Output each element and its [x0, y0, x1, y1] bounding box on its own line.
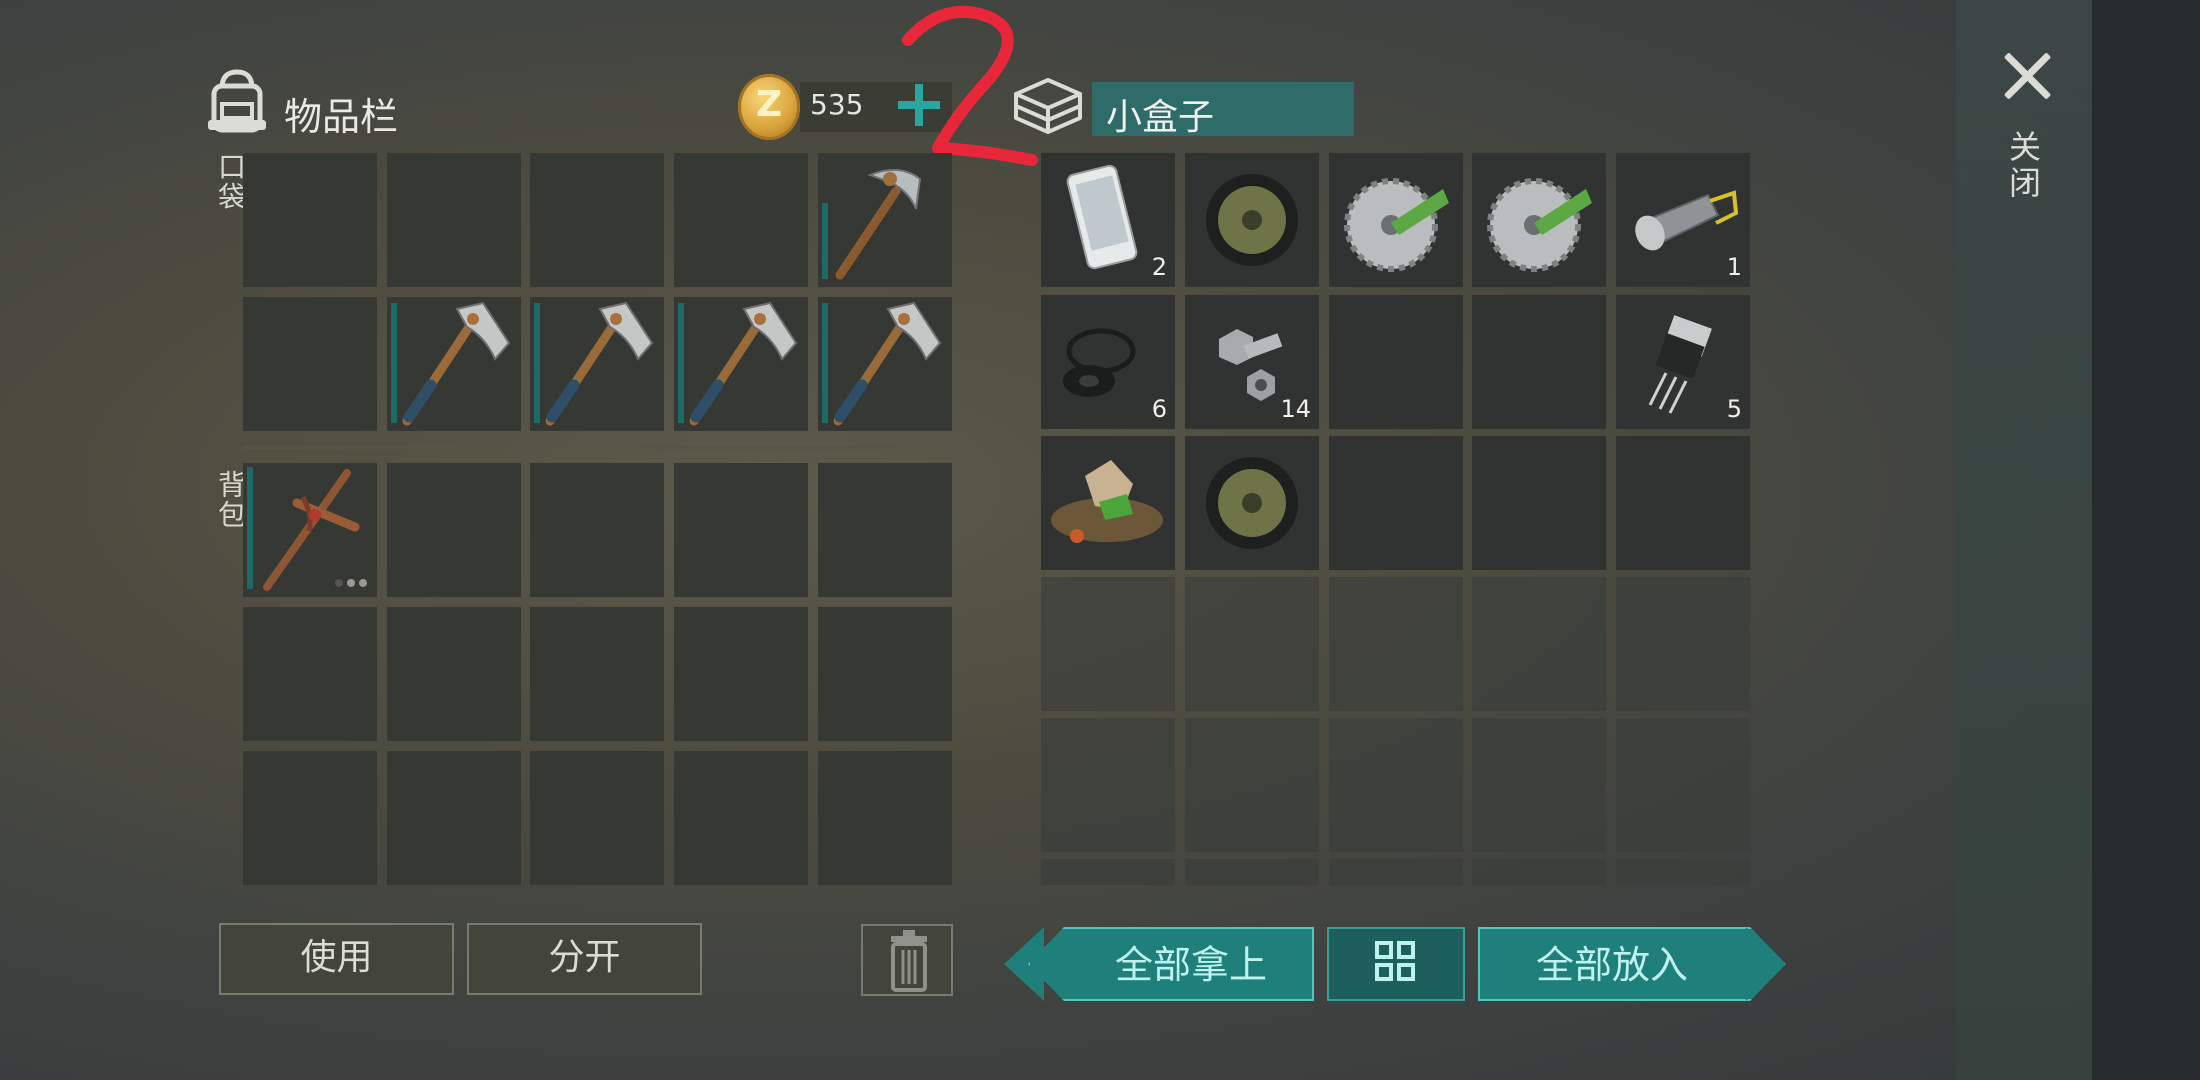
- hatchet-icon: [689, 301, 798, 426]
- pocket-slot-9[interactable]: [674, 297, 808, 431]
- container-slot-29[interactable]: [1472, 859, 1606, 885]
- use-button[interactable]: 使用: [219, 923, 454, 995]
- pocket-slot-2[interactable]: [387, 153, 521, 287]
- item-quantity: 2: [1151, 253, 1167, 281]
- pocket-slot-5[interactable]: [818, 153, 952, 287]
- backpack-icon: [208, 69, 266, 133]
- saw-blade-icon: [1344, 178, 1449, 272]
- coin-amount: 535: [810, 88, 864, 121]
- close-icon[interactable]: [2000, 48, 2056, 104]
- backpack-slot-2[interactable]: [387, 463, 521, 597]
- box-icon: [1014, 78, 1082, 134]
- backpack-slot-9[interactable]: [674, 607, 808, 741]
- take-all-label: 全部拿上: [1114, 943, 1267, 987]
- hatchet-icon: [402, 301, 511, 426]
- crude-pickaxe-icon: [263, 469, 360, 591]
- more-dots: [335, 579, 367, 587]
- inventory-title: 物品栏: [284, 95, 399, 139]
- hatchet-icon: [545, 301, 654, 426]
- backpack-slot-5[interactable]: [818, 463, 952, 597]
- container-slot-16[interactable]: [1041, 577, 1175, 711]
- container-slot-9[interactable]: [1472, 295, 1606, 429]
- sort-button[interactable]: [1327, 927, 1465, 1001]
- container-slot-27[interactable]: [1185, 859, 1319, 885]
- container-slot-8[interactable]: [1329, 295, 1463, 429]
- backpack-slot-4[interactable]: [674, 463, 808, 597]
- section-divider: [242, 446, 953, 449]
- container-slot-24[interactable]: [1472, 718, 1606, 852]
- backpack-slot-13[interactable]: [530, 751, 664, 885]
- container-slot-21[interactable]: [1041, 718, 1175, 852]
- backpack-slot-15[interactable]: [818, 751, 952, 885]
- pocket-slot-1[interactable]: [243, 153, 377, 287]
- pocket-slot-10[interactable]: [818, 297, 952, 431]
- backpack-slot-6[interactable]: [243, 607, 377, 741]
- add-coins-button[interactable]: [898, 84, 940, 126]
- sort-grid-icon: [1375, 941, 1415, 981]
- container-slot-23[interactable]: [1329, 718, 1463, 852]
- container-slot-3[interactable]: [1329, 153, 1463, 287]
- close-label[interactable]: 关闭: [2004, 130, 2046, 202]
- trash-button[interactable]: [861, 924, 953, 996]
- backpack-slot-1[interactable]: [243, 463, 377, 597]
- put-arrow-shape: [1746, 927, 1786, 1001]
- backpack-slot-10[interactable]: [818, 607, 952, 741]
- container-slot-22[interactable]: [1185, 718, 1319, 852]
- item-quantity: 14: [1280, 395, 1311, 423]
- backpack-slot-7[interactable]: [387, 607, 521, 741]
- container-slot-30[interactable]: [1616, 859, 1750, 885]
- wheel-icon: [1206, 457, 1298, 549]
- item-quantity: 1: [1726, 253, 1742, 281]
- hatchet-icon: [833, 301, 942, 426]
- item-quantity: 5: [1726, 395, 1742, 423]
- container-slot-11[interactable]: [1041, 436, 1175, 570]
- container-slot-26[interactable]: [1041, 859, 1175, 885]
- pickaxe-icon: [835, 168, 922, 280]
- split-button[interactable]: 分开: [467, 923, 702, 995]
- container-slot-5[interactable]: 1: [1616, 153, 1750, 287]
- backpack-slot-8[interactable]: [530, 607, 664, 741]
- saw-blade-icon: [1487, 178, 1592, 272]
- screen-edge: [2092, 0, 2200, 1080]
- container-slot-4[interactable]: [1472, 153, 1606, 287]
- pocket-slot-4[interactable]: [674, 153, 808, 287]
- container-name: 小盒子: [1092, 82, 1354, 138]
- container-slot-13[interactable]: [1329, 436, 1463, 570]
- container-slot-15[interactable]: [1616, 436, 1750, 570]
- item-quantity: 6: [1151, 395, 1167, 423]
- backpack-slot-11[interactable]: [243, 751, 377, 885]
- pocket-slot-8[interactable]: [530, 297, 664, 431]
- container-slot-12[interactable]: [1185, 436, 1319, 570]
- container-slot-10[interactable]: 5: [1616, 295, 1750, 429]
- scrap-pile-icon: [1051, 460, 1163, 543]
- pocket-slot-6[interactable]: [243, 297, 377, 431]
- container-slot-19[interactable]: [1472, 577, 1606, 711]
- container-slot-20[interactable]: [1616, 577, 1750, 711]
- pocket-slot-7[interactable]: [387, 297, 521, 431]
- container-slot-1[interactable]: 2: [1041, 153, 1175, 287]
- container-slot-14[interactable]: [1472, 436, 1606, 570]
- container-slot-25[interactable]: [1616, 718, 1750, 852]
- take-all-button[interactable]: 全部拿上: [1028, 927, 1314, 1001]
- backpack-slot-14[interactable]: [674, 751, 808, 885]
- trash-icon: [891, 930, 927, 992]
- wheel-icon: [1206, 174, 1298, 266]
- put-all-label: 全部放入: [1535, 943, 1688, 987]
- container-slot-7[interactable]: 14: [1185, 295, 1319, 429]
- container-slot-28[interactable]: [1329, 859, 1463, 885]
- container-slot-18[interactable]: [1329, 577, 1463, 711]
- backpack-slot-3[interactable]: [530, 463, 664, 597]
- pocket-slot-3[interactable]: [530, 153, 664, 287]
- container-slot-17[interactable]: [1185, 577, 1319, 711]
- backpack-slot-12[interactable]: [387, 751, 521, 885]
- coin-icon: Z: [738, 74, 800, 140]
- put-all-button[interactable]: 全部放入: [1478, 927, 1786, 1001]
- container-slot-2[interactable]: [1185, 153, 1319, 287]
- container-slot-6[interactable]: 6: [1041, 295, 1175, 429]
